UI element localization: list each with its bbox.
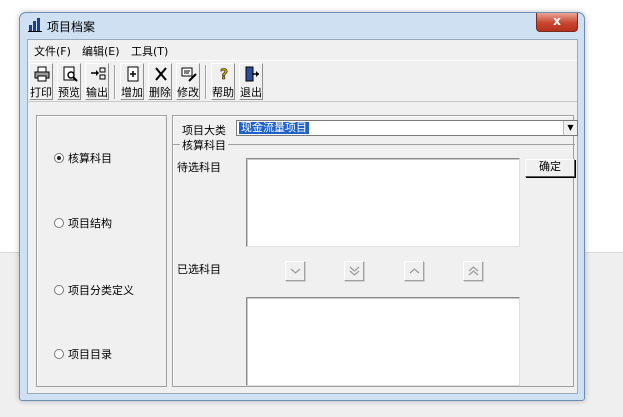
confirm-button[interactable]: 确定: [525, 159, 575, 177]
delete-icon: [153, 66, 169, 82]
export-label: 输出: [86, 86, 108, 99]
left-options-panel: 核算科目 项目结构 项目分类定义 项目目录: [36, 115, 167, 387]
delete-button[interactable]: 删除: [148, 63, 172, 100]
radio-accounting-subject[interactable]: 核算科目: [54, 150, 112, 166]
exit-button[interactable]: 退出: [239, 63, 263, 100]
window-client: 文件(F) 编辑(E) 工具(T) 打印 预览 输出 增加 删除 修改 ? 帮助…: [27, 39, 578, 394]
project-archive-window: 项目档案 x 文件(F) 编辑(E) 工具(T) 打印 预览 输出 增加 删除 …: [19, 12, 585, 401]
radio-label: 项目分类定义: [68, 284, 134, 297]
chevron-down-icon: [290, 268, 301, 274]
close-button[interactable]: x: [536, 13, 578, 32]
title-bar[interactable]: 项目档案 x: [20, 13, 584, 38]
help-button[interactable]: ? 帮助: [211, 63, 235, 100]
pending-subjects-label: 待选科目: [177, 161, 221, 174]
group-title: 核算科目: [180, 137, 228, 153]
radio-unchecked-icon: [54, 285, 64, 295]
right-content-panel: 项目大类 现金流量项目 ▼ 核算科目 待选科目 确定 已选科目: [172, 115, 578, 388]
preview-icon: [62, 66, 78, 82]
menu-edit[interactable]: 编辑(E): [82, 43, 120, 59]
selected-subjects-list[interactable]: [246, 297, 520, 386]
print-button[interactable]: 打印: [29, 63, 53, 100]
radio-label: 项目目录: [68, 348, 112, 361]
radio-checked-icon: [54, 153, 64, 163]
category-combobox[interactable]: 现金流量项目 ▼: [236, 120, 578, 136]
double-chevron-up-icon: [468, 266, 479, 276]
chart-icon: [28, 18, 42, 32]
toolbar-separator: [114, 65, 116, 99]
export-button[interactable]: 输出: [85, 63, 109, 100]
exit-icon: [244, 66, 260, 82]
modify-button[interactable]: 修改: [176, 63, 200, 100]
category-selected-value: 现金流量项目: [239, 121, 309, 134]
radio-project-structure[interactable]: 项目结构: [54, 215, 112, 231]
add-button[interactable]: 增加: [120, 63, 144, 100]
toolbar: 打印 预览 输出 增加 删除 修改 ? 帮助 退出: [28, 60, 577, 102]
toolbar-separator: [205, 65, 207, 99]
help-icon: ?: [216, 66, 232, 84]
preview-button[interactable]: 预览: [57, 63, 81, 100]
help-label: 帮助: [212, 86, 234, 99]
category-label: 项目大类: [182, 124, 226, 137]
preview-label: 预览: [58, 86, 80, 99]
accounting-subject-group: 核算科目 待选科目 确定 已选科目: [173, 137, 575, 388]
delete-label: 删除: [149, 86, 171, 99]
chevron-up-icon: [409, 268, 420, 274]
radio-label: 项目结构: [68, 217, 112, 230]
double-chevron-down-icon: [349, 266, 360, 276]
menu-bar: 文件(F) 编辑(E) 工具(T): [28, 40, 577, 59]
exit-label: 退出: [240, 86, 262, 99]
svg-text:?: ?: [220, 67, 228, 82]
chevron-down-icon[interactable]: ▼: [563, 121, 577, 135]
add-label: 增加: [121, 86, 143, 99]
pending-subjects-list[interactable]: [246, 158, 520, 247]
radio-project-catalog[interactable]: 项目目录: [54, 346, 112, 362]
menu-tools[interactable]: 工具(T): [131, 43, 168, 59]
radio-unchecked-icon: [54, 218, 64, 228]
printer-icon: [34, 66, 50, 82]
move-all-down-button[interactable]: [344, 261, 364, 281]
radio-unchecked-icon: [54, 349, 64, 359]
move-down-button[interactable]: [285, 261, 305, 281]
move-all-up-button[interactable]: [463, 261, 483, 281]
add-doc-icon: [125, 66, 141, 82]
modify-label: 修改: [177, 86, 199, 99]
radio-category-definition[interactable]: 项目分类定义: [54, 282, 134, 298]
move-up-button[interactable]: [404, 261, 424, 281]
window-title: 项目档案: [47, 20, 96, 34]
edit-icon: [181, 66, 197, 82]
menu-file[interactable]: 文件(F): [34, 43, 71, 59]
export-icon: [90, 66, 106, 82]
print-label: 打印: [30, 86, 52, 99]
selected-subjects-label: 已选科目: [177, 263, 221, 276]
radio-label: 核算科目: [68, 152, 112, 165]
